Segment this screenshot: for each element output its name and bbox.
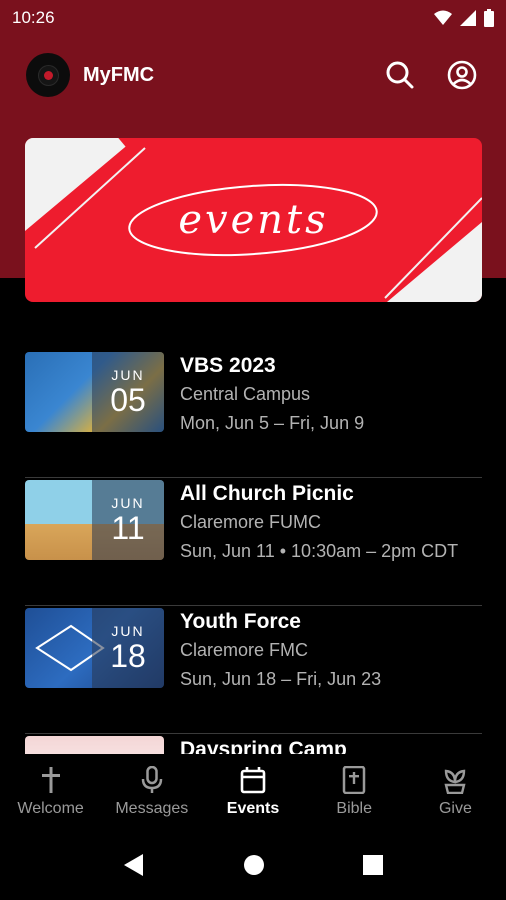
account-icon <box>447 60 477 90</box>
nav-label: Events <box>226 800 280 817</box>
status-time: 10:26 <box>12 8 55 27</box>
event-month: JUN <box>111 495 145 511</box>
home-icon[interactable] <box>243 854 265 876</box>
event-location: Claremore FMC <box>180 640 309 660</box>
event-thumbnail <box>25 736 164 754</box>
event-datetime: Sun, Jun 11 • 10:30am – 2pm CDT <box>180 541 459 561</box>
bible-icon <box>342 766 366 794</box>
event-title: All Church Picnic <box>180 482 354 505</box>
event-location: Claremore FUMC <box>180 512 322 532</box>
nav-give[interactable]: Give <box>405 754 506 830</box>
microphone-icon <box>141 766 163 793</box>
events-list[interactable]: JUN 05 VBS 2023 Central Campus Mon, Jun … <box>25 350 482 754</box>
event-item-picnic[interactable]: JUN 11 All Church Picnic Claremore FUMC … <box>25 478 482 606</box>
event-item-youth-force[interactable]: JUN 18 Youth Force Claremore FMC Sun, Ju… <box>25 606 482 734</box>
cross-icon <box>41 767 60 793</box>
event-day: 11 <box>111 510 145 546</box>
event-item-vbs[interactable]: JUN 05 VBS 2023 Central Campus Mon, Jun … <box>25 350 482 478</box>
nav-bible[interactable]: Bible <box>304 754 405 830</box>
event-thumbnail: JUN 05 <box>25 352 164 432</box>
event-month: JUN <box>111 623 145 639</box>
event-datetime: Sun, Jun 18 – Fri, Jun 23 <box>180 669 382 689</box>
bottom-navigation: Welcome Messages Events Bible Give <box>0 754 506 830</box>
app-title: MyFMC <box>83 63 155 86</box>
battery-icon <box>484 9 494 27</box>
profile-button[interactable] <box>444 57 480 93</box>
search-icon <box>386 61 414 89</box>
nav-label: Bible <box>336 800 372 817</box>
event-month: JUN <box>111 367 145 383</box>
events-banner: events <box>25 138 482 302</box>
event-title: Dayspring Camp <box>180 738 347 754</box>
event-title: VBS 2023 <box>180 354 276 377</box>
search-button[interactable] <box>382 57 418 93</box>
system-navigation-bar <box>0 830 506 900</box>
nav-welcome[interactable]: Welcome <box>0 754 101 830</box>
event-day: 05 <box>110 382 146 418</box>
event-day: 18 <box>110 638 146 674</box>
event-datetime: Mon, Jun 5 – Fri, Jun 9 <box>180 413 365 433</box>
event-location: Central Campus <box>180 384 311 404</box>
app-logo[interactable] <box>26 53 70 97</box>
banner-title: events <box>178 197 329 243</box>
status-bar: 10:26 <box>0 0 506 36</box>
event-thumbnail: JUN 11 <box>25 480 164 560</box>
nav-label: Give <box>438 800 472 817</box>
wifi-icon <box>434 10 452 25</box>
nav-events[interactable]: Events <box>202 754 303 830</box>
event-title: Youth Force <box>180 610 301 633</box>
nav-label: Welcome <box>17 800 84 817</box>
app-bar: MyFMC <box>0 48 506 102</box>
nav-label: Messages <box>115 800 189 817</box>
event-item-dayspring[interactable]: Dayspring Camp <box>25 734 482 754</box>
event-thumbnail: JUN 18 <box>25 608 164 688</box>
plant-icon <box>444 769 466 794</box>
nav-messages[interactable]: Messages <box>101 754 202 830</box>
signal-icon <box>460 10 476 26</box>
overview-icon[interactable] <box>363 855 383 875</box>
calendar-icon <box>240 767 266 794</box>
back-icon[interactable] <box>123 853 145 877</box>
